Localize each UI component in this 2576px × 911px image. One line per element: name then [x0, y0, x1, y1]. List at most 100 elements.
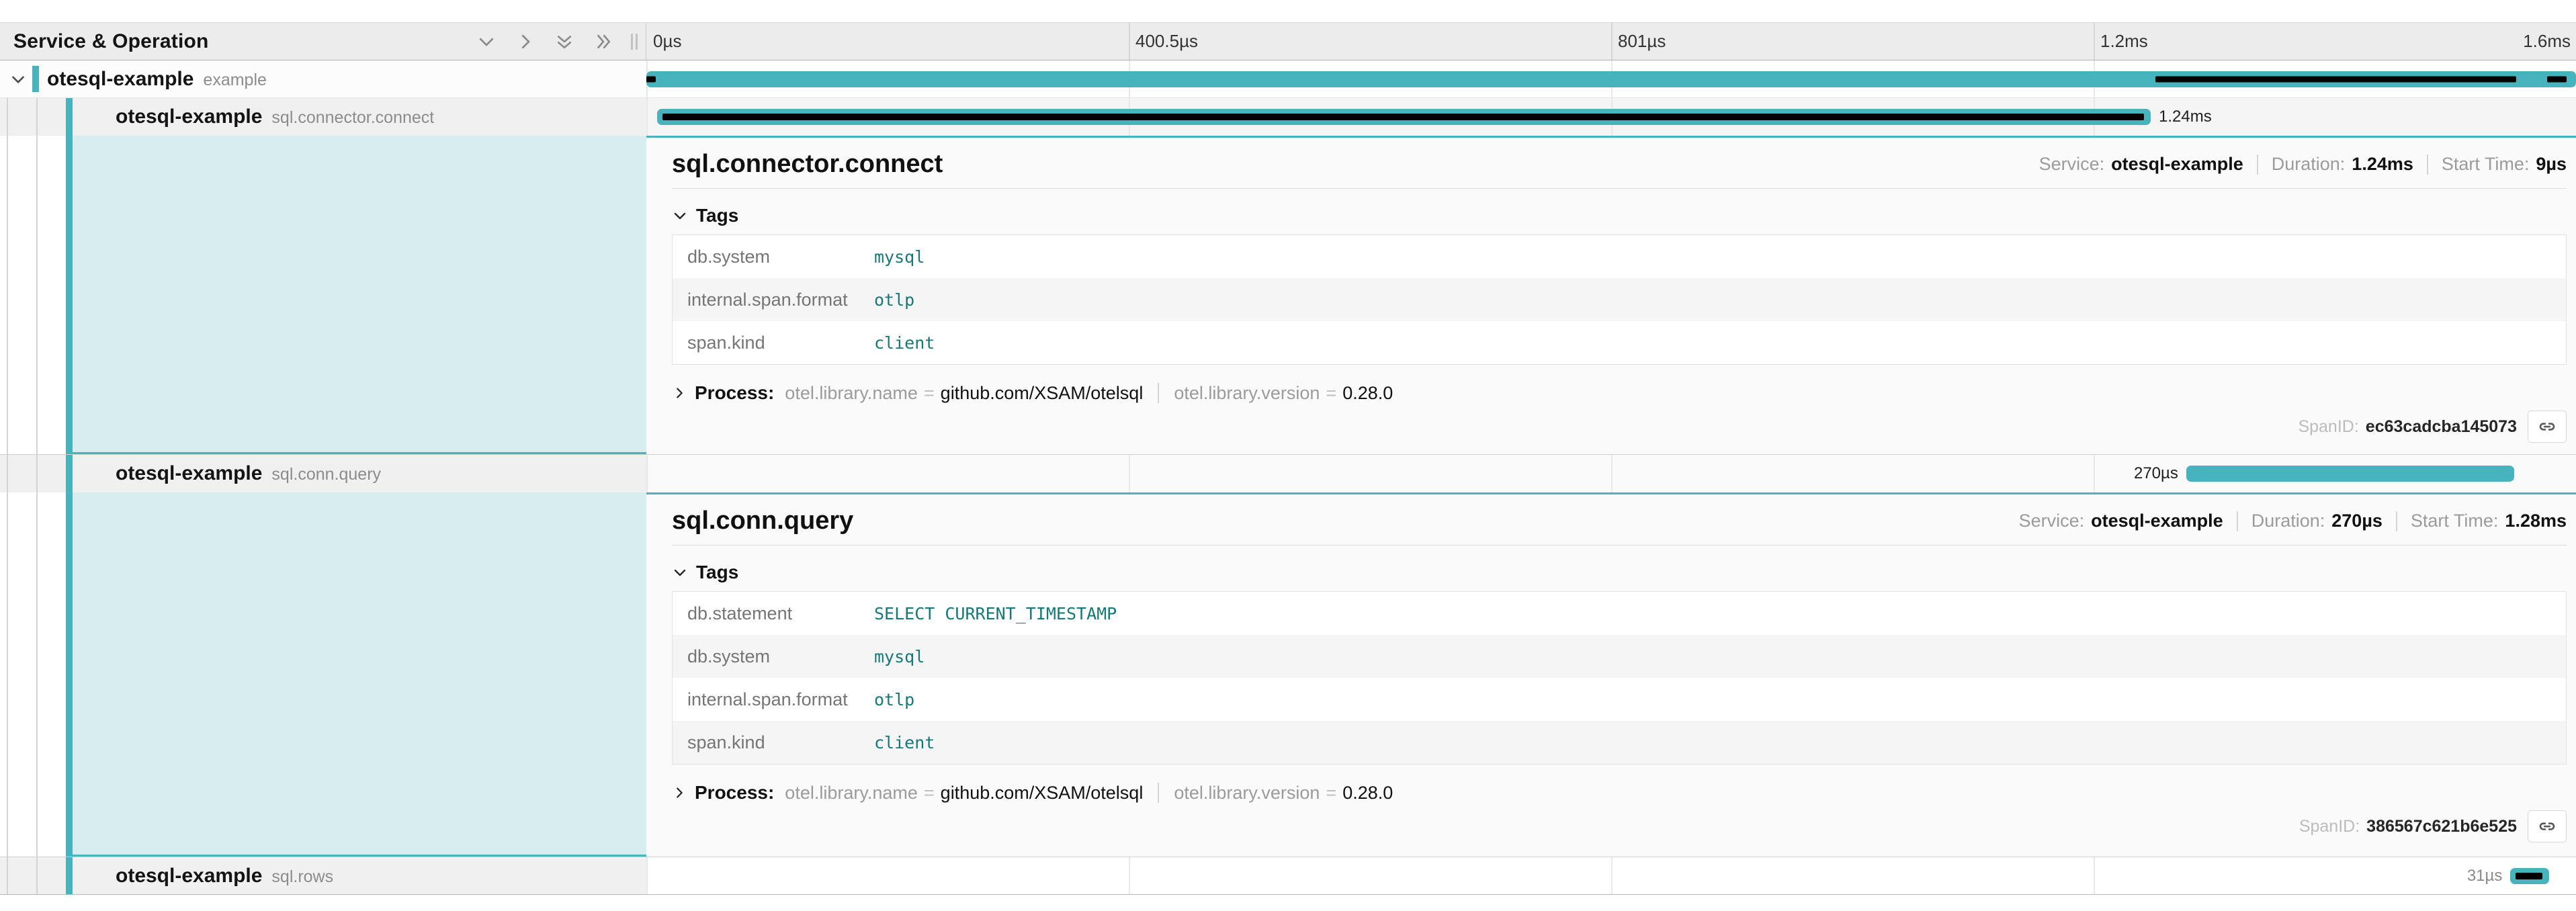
tag-row: internal.span.formatotlp: [673, 678, 2566, 721]
divider: [1158, 783, 1159, 803]
span-name-cell[interactable]: otesql-example sql.conn.query: [0, 455, 646, 492]
collapse-one-icon[interactable]: [476, 32, 497, 52]
span-detail-panel: sql.connector.connect Service: otesql-exa…: [646, 136, 2576, 454]
service-operation-title: Service & Operation: [13, 30, 209, 53]
ruler-gridline: [1129, 23, 1130, 60]
process-key: otel.library.name: [785, 783, 918, 804]
span-bar-cell[interactable]: 31µs: [646, 857, 2576, 894]
ruler-gridline: [1611, 23, 1613, 60]
process-value: github.com/XSAM/otelsql: [941, 783, 1144, 804]
service-color-marker: [66, 857, 73, 894]
process-key: otel.library.version: [1174, 783, 1320, 804]
process-value: 0.28.0: [1342, 783, 1393, 804]
tags-section-toggle[interactable]: Tags: [672, 205, 2567, 226]
tags-table: db.systemmysql internal.span.formatotlp …: [672, 234, 2567, 365]
process-section-toggle[interactable]: Process: otel.library.name=github.com/XS…: [672, 782, 2567, 804]
span-duration-label: 31µs: [2467, 857, 2503, 894]
span-name-cell[interactable]: otesql-examplesql.rows: [0, 857, 646, 894]
service-color-marker: [66, 455, 73, 492]
tag-row: span.kindclient: [673, 321, 2566, 364]
process-section-toggle[interactable]: Process: otel.library.name=github.com/XS…: [672, 382, 2567, 404]
span-id-label: SpanID:: [2298, 417, 2358, 437]
divider: [672, 188, 2567, 189]
span-bar[interactable]: [2510, 868, 2548, 884]
chevron-down-icon[interactable]: [9, 71, 27, 88]
service-value: otesql-example: [2091, 511, 2223, 531]
start-time-label: Start Time:: [2442, 154, 2530, 175]
ruler-tick-0: 0µs: [653, 23, 681, 60]
duration-label: Duration:: [2272, 154, 2346, 175]
process-key: otel.library.name: [785, 383, 918, 404]
tag-key: internal.span.format: [673, 689, 874, 710]
tag-value: client: [874, 333, 935, 353]
process-key: otel.library.version: [1174, 383, 1320, 404]
tag-key: db.system: [673, 646, 874, 667]
link-icon: [2537, 417, 2557, 437]
span-bar-cell[interactable]: [646, 60, 2576, 97]
span-tree-fill: [0, 136, 646, 454]
span-duration-label: 1.24ms: [2159, 98, 2212, 136]
span-detail-row: sql.connector.connect Service: otesql-exa…: [0, 136, 2576, 455]
tag-key: span.kind: [673, 333, 874, 353]
column-resizer-handle[interactable]: [631, 34, 640, 50]
span-id-value: ec63cadcba145073: [2366, 417, 2517, 437]
expand-one-icon[interactable]: [515, 32, 535, 52]
service-name: otesql-example: [47, 68, 194, 90]
span-detail-panel: sql.conn.query Service:otesql-example Du…: [646, 492, 2576, 857]
tag-key: span.kind: [673, 732, 874, 753]
tag-row: db.systemmysql: [673, 635, 2566, 678]
span-bar[interactable]: [2186, 466, 2514, 482]
operation-name: sql.rows: [271, 867, 333, 886]
span-bar[interactable]: [657, 109, 2151, 125]
duration-label: Duration:: [2251, 511, 2325, 531]
row-expand-controls: [476, 32, 613, 52]
service-label: Service:: [2039, 154, 2105, 175]
start-time-value: 1.28ms: [2505, 511, 2567, 531]
span-name-cell[interactable]: otesql-example sql.connector.connect: [0, 98, 646, 136]
span-row-sql-rows: otesql-examplesql.rows 31µs: [0, 857, 2576, 895]
span-tree-fill: [0, 492, 646, 857]
span-name-cell[interactable]: otesql-exampleexample: [0, 60, 646, 97]
service-name: otesql-example: [116, 105, 262, 128]
service-color-marker: [66, 98, 73, 136]
divider: [2427, 155, 2428, 175]
service-value: otesql-example: [2111, 154, 2243, 175]
ruler-tick-4: 1.6ms: [2523, 23, 2571, 60]
divider: [1158, 383, 1159, 403]
span-bar-cell[interactable]: 270µs: [646, 455, 2576, 492]
expand-all-icon[interactable]: [593, 32, 613, 52]
span-detail-row: sql.conn.query Service:otesql-example Du…: [0, 492, 2576, 857]
span-row-sql-conn-query: otesql-example sql.conn.query 270µs: [0, 455, 2576, 492]
chevron-right-icon: [672, 386, 687, 400]
start-time-value: 9µs: [2536, 154, 2567, 175]
chevron-down-icon: [672, 564, 688, 580]
span-bar[interactable]: [646, 71, 2576, 87]
process-value: 0.28.0: [1342, 383, 1393, 404]
span-row-example: otesql-exampleexample: [0, 60, 2576, 98]
selected-span-fill: [66, 492, 646, 857]
span-detail-title: sql.conn.query: [672, 507, 853, 535]
span-link-button[interactable]: [2528, 810, 2567, 842]
tag-key: db.statement: [673, 603, 874, 624]
span-id-label: SpanID:: [2299, 817, 2360, 836]
span-id-row: SpanID: 386567c621b6e525: [672, 810, 2567, 842]
tags-section-label: Tags: [696, 205, 738, 226]
span-bar-cell[interactable]: 1.24ms: [646, 98, 2576, 136]
operation-name: sql.connector.connect: [271, 108, 434, 127]
chevron-right-icon: [672, 785, 687, 800]
span-detail-title: sql.connector.connect: [672, 150, 943, 179]
span-link-button[interactable]: [2528, 410, 2567, 443]
span-row-sql-connector-connect: otesql-example sql.connector.connect 1.24…: [0, 98, 2576, 136]
operation-name: sql.conn.query: [271, 465, 381, 484]
duration-value: 270µs: [2331, 511, 2382, 531]
service-name: otesql-example: [116, 462, 262, 484]
tag-value: mysql: [874, 247, 925, 267]
process-label: Process:: [695, 782, 774, 804]
service-color-marker: [32, 66, 39, 92]
timeline-ruler[interactable]: 0µs 400.5µs 801µs 1.2ms 1.6ms: [646, 23, 2576, 60]
service-operation-header: Service & Operation: [0, 23, 646, 60]
tags-section-toggle[interactable]: Tags: [672, 562, 2567, 583]
tags-table: db.statementSELECT CURRENT_TIMESTAMP db.…: [672, 591, 2567, 765]
span-duration-label: 270µs: [2134, 455, 2178, 492]
collapse-all-icon[interactable]: [554, 32, 574, 52]
